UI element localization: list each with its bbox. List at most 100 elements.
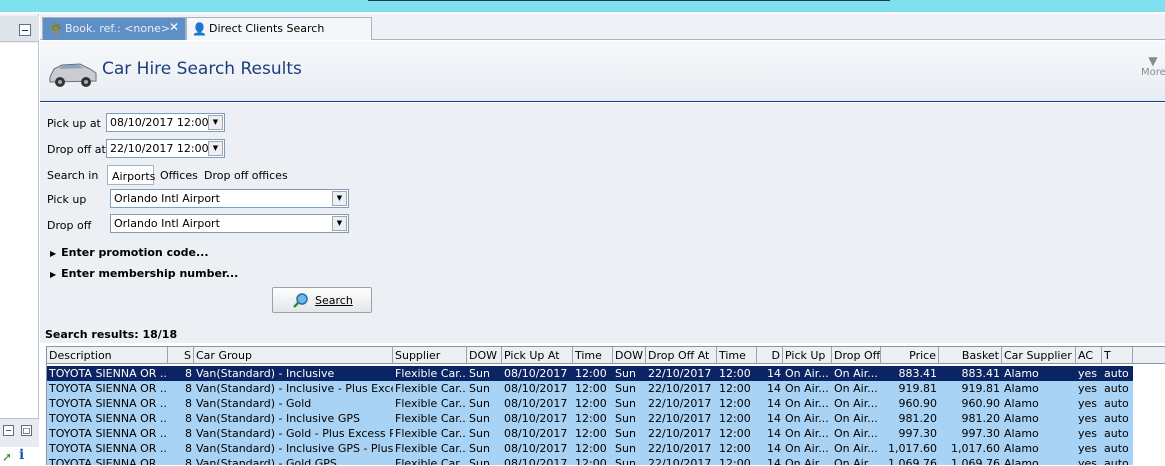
search-in-airports[interactable]: Airports — [107, 165, 155, 185]
column-header[interactable]: Time — [573, 347, 613, 364]
refresh-arrow-icon[interactable]: ➚ — [2, 450, 12, 464]
maximize-icon[interactable]: □ — [21, 425, 32, 436]
table-cell: 12:00 — [719, 412, 751, 425]
membership-number-expander[interactable]: ▶ Enter membership number... — [50, 267, 238, 280]
triangle-right-icon: ▶ — [50, 249, 57, 258]
minimize-icon[interactable]: − — [3, 425, 14, 436]
left-panel-header — [0, 16, 39, 42]
column-header[interactable]: Basket — [939, 347, 1002, 364]
table-cell: 08/10/2017 — [504, 367, 568, 380]
chevron-down-icon[interactable]: ▼ — [208, 115, 223, 130]
table-cell: Sun — [469, 427, 490, 440]
table-cell: Van(Standard) - Inclusive — [196, 367, 335, 380]
tab-direct-clients-search[interactable]: 👤 Direct Clients Search — [186, 17, 372, 40]
close-icon[interactable]: ✕ — [169, 20, 179, 34]
chevron-down-icon[interactable]: ▼ — [332, 191, 347, 206]
table-row[interactable]: TOYOTA SIENNA OR ... 8 Van(Standard) - Inc… — [47, 441, 1133, 456]
dropoff-at-field[interactable]: 22/10/2017 12:00 ▼ — [106, 139, 225, 158]
column-header[interactable]: DOW — [613, 347, 646, 364]
search-results-count: Search results: 18/18 — [45, 328, 178, 341]
tab-label: Book. ref.: <none> — [65, 22, 171, 35]
table-cell: 1,017.60 — [888, 442, 937, 455]
column-header[interactable]: Drop Off At — [646, 347, 717, 364]
table-cell: 22/10/2017 — [648, 397, 712, 410]
table-cell: TOYOTA SIENNA OR ... — [49, 367, 168, 380]
table-cell: 22/10/2017 — [648, 412, 712, 425]
table-cell: 22/10/2017 — [648, 442, 712, 455]
table-cell: 14 — [767, 367, 781, 380]
tab-booking-ref[interactable]: 🌴 Book. ref.: <none> ✕ — [42, 17, 186, 40]
more-button[interactable]: ▼ More — [1141, 55, 1165, 78]
info-icon[interactable]: i — [19, 447, 24, 463]
table-cell: auto — [1104, 442, 1129, 455]
table-cell: Sun — [615, 427, 636, 440]
minimize-icon[interactable] — [19, 24, 31, 36]
table-cell: On Air... — [785, 457, 829, 465]
table-cell: yes — [1078, 427, 1098, 440]
table-cell: 8 — [185, 382, 192, 395]
left-panel-content — [0, 43, 38, 418]
search-in-label: Search in — [47, 169, 99, 182]
left-icon-bar: ➚ i — [0, 447, 39, 466]
table-cell: Flexible Car... — [395, 382, 467, 395]
table-row[interactable]: TOYOTA SIENNA OR ... 8 Van(Standard) - Inc… — [47, 411, 1133, 426]
car-icon — [49, 63, 97, 87]
table-cell: 08/10/2017 — [504, 427, 568, 440]
table-row[interactable]: TOYOTA SIENNA OR ... 8 Van(Standard) - Gol… — [47, 456, 1133, 465]
column-header[interactable]: Drop Off — [832, 347, 881, 364]
column-header[interactable]: Time — [717, 347, 757, 364]
table-cell: 14 — [767, 397, 781, 410]
column-header[interactable]: Description — [47, 347, 168, 364]
column-header[interactable]: T — [1102, 347, 1133, 364]
table-row[interactable]: TOYOTA SIENNA OR ... 8 Van(Standard) - Inc… — [47, 381, 1133, 396]
table-row[interactable]: TOYOTA SIENNA OR ... 8 Van(Standard) - Inc… — [47, 366, 1133, 381]
table-row[interactable]: TOYOTA SIENNA OR ... 8 Van(Standard) - Gol… — [47, 396, 1133, 411]
table-cell: Flexible Car... — [395, 397, 467, 410]
table-cell: On Air... — [834, 412, 878, 425]
person-icon: 👤 — [192, 22, 207, 36]
search-button[interactable]: Search — [272, 287, 372, 313]
column-header[interactable]: Car Group — [194, 347, 393, 364]
search-in-offices[interactable]: Offices — [160, 165, 198, 185]
search-in-dropoff-offices[interactable]: Drop off offices — [204, 165, 288, 185]
table-cell: On Air... — [834, 382, 878, 395]
table-cell: 8 — [185, 427, 192, 440]
search-form: Pick up at 08/10/2017 12:00 ▼ Drop off a… — [40, 103, 1165, 343]
table-row[interactable]: TOYOTA SIENNA OR ... 8 Van(Standard) - Gol… — [47, 426, 1133, 441]
column-header[interactable]: AC — [1076, 347, 1102, 364]
column-header[interactable]: Price — [881, 347, 939, 364]
table-cell: Van(Standard) - Gold - Plus Excess Re... — [196, 427, 393, 440]
table-cell: Sun — [469, 442, 490, 455]
promotion-code-expander[interactable]: ▶ Enter promotion code... — [50, 246, 209, 259]
table-cell: Van(Standard) - Inclusive GPS — [196, 412, 360, 425]
table-cell: Sun — [469, 367, 490, 380]
column-header[interactable]: S — [168, 347, 194, 364]
column-header[interactable]: D — [757, 347, 783, 364]
top-divider — [368, 0, 890, 1]
column-header[interactable]: Supplier — [393, 347, 467, 364]
column-header[interactable]: Pick Up — [783, 347, 832, 364]
table-cell: 12:00 — [719, 427, 751, 440]
column-header[interactable]: Pick Up At — [502, 347, 573, 364]
promotion-code-label: Enter promotion code... — [61, 246, 209, 259]
table-cell: 8 — [185, 397, 192, 410]
pickup-at-field[interactable]: 08/10/2017 12:00 ▼ — [106, 113, 225, 132]
column-header[interactable]: DOW — [467, 347, 502, 364]
table-cell: 22/10/2017 — [648, 457, 712, 465]
table-cell: Van(Standard) - Gold — [196, 397, 312, 410]
pickup-location-select[interactable]: Orlando Intl Airport ▼ — [110, 189, 349, 208]
dropoff-location-select[interactable]: Orlando Intl Airport ▼ — [110, 214, 349, 233]
triangle-right-icon: ▶ — [50, 270, 57, 279]
dropoff-label: Drop off — [47, 219, 92, 232]
table-cell: 1,069.76 — [951, 457, 1000, 465]
table-cell: Alamo — [1004, 382, 1039, 395]
table-cell: On Air... — [834, 457, 878, 465]
column-header[interactable]: Car Supplier — [1002, 347, 1076, 364]
table-cell: 12:00 — [719, 397, 751, 410]
chevron-down-icon[interactable]: ▼ — [332, 216, 347, 231]
table-cell: 14 — [767, 427, 781, 440]
table-cell: On Air... — [785, 397, 829, 410]
table-cell: 997.30 — [898, 427, 938, 440]
more-label: More — [1141, 67, 1165, 78]
chevron-down-icon[interactable]: ▼ — [208, 141, 223, 156]
